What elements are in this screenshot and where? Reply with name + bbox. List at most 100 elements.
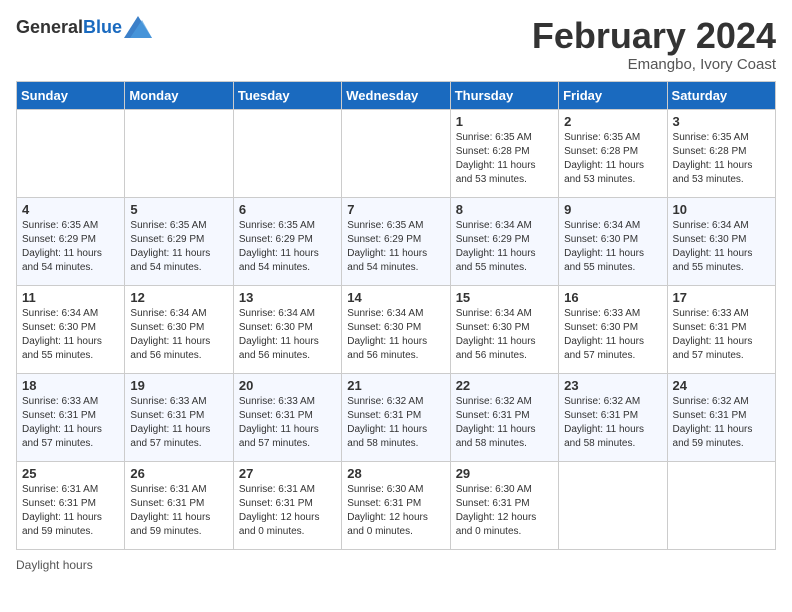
calendar-cell: 1 Sunrise: 6:35 AM Sunset: 6:28 PM Daylig…: [450, 109, 558, 197]
calendar-cell: 19 Sunrise: 6:33 AM Sunset: 6:31 PM Dayli…: [125, 373, 233, 461]
calendar-cell: 25 Sunrise: 6:31 AM Sunset: 6:31 PM Dayli…: [17, 461, 125, 549]
calendar-cell: 24 Sunrise: 6:32 AM Sunset: 6:31 PM Dayli…: [667, 373, 775, 461]
day-number: 25: [22, 466, 119, 481]
cell-info: Sunrise: 6:34 AM Sunset: 6:30 PM Dayligh…: [456, 307, 553, 363]
cell-info: Sunrise: 6:31 AM Sunset: 6:31 PM Dayligh…: [130, 483, 227, 539]
day-number: 18: [22, 378, 119, 393]
cell-info: Sunrise: 6:35 AM Sunset: 6:28 PM Dayligh…: [564, 131, 661, 187]
day-header-wednesday: Wednesday: [342, 81, 450, 109]
cell-info: Sunrise: 6:34 AM Sunset: 6:30 PM Dayligh…: [239, 307, 336, 363]
cell-info: Sunrise: 6:33 AM Sunset: 6:31 PM Dayligh…: [22, 395, 119, 451]
calendar-cell: 8 Sunrise: 6:34 AM Sunset: 6:29 PM Daylig…: [450, 197, 558, 285]
day-number: 29: [456, 466, 553, 481]
cell-info: Sunrise: 6:32 AM Sunset: 6:31 PM Dayligh…: [564, 395, 661, 451]
cell-info: Sunrise: 6:35 AM Sunset: 6:29 PM Dayligh…: [239, 219, 336, 275]
day-number: 24: [673, 378, 770, 393]
cell-info: Sunrise: 6:35 AM Sunset: 6:29 PM Dayligh…: [22, 219, 119, 275]
calendar-cell: 26 Sunrise: 6:31 AM Sunset: 6:31 PM Dayli…: [125, 461, 233, 549]
logo: GeneralBlue: [16, 16, 152, 38]
calendar-cell: 15Sunrise: 6:34 AM Sunset: 6:30 PM Dayli…: [450, 285, 558, 373]
logo-blue: Blue: [83, 17, 122, 37]
day-header-sunday: Sunday: [17, 81, 125, 109]
days-header-row: SundayMondayTuesdayWednesdayThursdayFrid…: [17, 81, 776, 109]
calendar-week-1: 1 Sunrise: 6:35 AM Sunset: 6:28 PM Daylig…: [17, 109, 776, 197]
cell-info: Sunrise: 6:32 AM Sunset: 6:31 PM Dayligh…: [456, 395, 553, 451]
cell-info: Sunrise: 6:33 AM Sunset: 6:31 PM Dayligh…: [239, 395, 336, 451]
calendar-cell: 11 Sunrise: 6:34 AM Sunset: 6:30 PM Dayli…: [17, 285, 125, 373]
day-number: 16: [564, 290, 661, 305]
cell-info: Sunrise: 6:34 AM Sunset: 6:30 PM Dayligh…: [564, 219, 661, 275]
calendar-cell: 13 Sunrise: 6:34 AM Sunset: 6:30 PM Dayli…: [233, 285, 341, 373]
day-number: 11: [22, 290, 119, 305]
day-number: 2: [564, 114, 661, 129]
calendar-cell: 5 Sunrise: 6:35 AM Sunset: 6:29 PM Daylig…: [125, 197, 233, 285]
day-header-monday: Monday: [125, 81, 233, 109]
logo-icon: [124, 16, 152, 38]
calendar-cell: [125, 109, 233, 197]
calendar-cell: 27Sunrise: 6:31 AM Sunset: 6:31 PM Dayli…: [233, 461, 341, 549]
calendar-cell: [667, 461, 775, 549]
calendar-cell: 3 Sunrise: 6:35 AM Sunset: 6:28 PM Daylig…: [667, 109, 775, 197]
cell-info: Sunrise: 6:34 AM Sunset: 6:30 PM Dayligh…: [130, 307, 227, 363]
day-number: 3: [673, 114, 770, 129]
day-header-tuesday: Tuesday: [233, 81, 341, 109]
day-number: 14: [347, 290, 444, 305]
day-number: 19: [130, 378, 227, 393]
calendar-cell: [559, 461, 667, 549]
day-header-thursday: Thursday: [450, 81, 558, 109]
cell-info: Sunrise: 6:33 AM Sunset: 6:31 PM Dayligh…: [130, 395, 227, 451]
calendar-cell: 10Sunrise: 6:34 AM Sunset: 6:30 PM Dayli…: [667, 197, 775, 285]
cell-info: Sunrise: 6:34 AM Sunset: 6:30 PM Dayligh…: [347, 307, 444, 363]
cell-info: Sunrise: 6:33 AM Sunset: 6:31 PM Dayligh…: [673, 307, 770, 363]
month-title: February 2024: [532, 16, 776, 56]
day-number: 17: [673, 290, 770, 305]
day-number: 20: [239, 378, 336, 393]
day-number: 12: [130, 290, 227, 305]
cell-info: Sunrise: 6:35 AM Sunset: 6:29 PM Dayligh…: [130, 219, 227, 275]
cell-info: Sunrise: 6:30 AM Sunset: 6:31 PM Dayligh…: [347, 483, 444, 539]
cell-info: Sunrise: 6:34 AM Sunset: 6:29 PM Dayligh…: [456, 219, 553, 275]
day-number: 8: [456, 202, 553, 217]
day-number: 10: [673, 202, 770, 217]
day-number: 5: [130, 202, 227, 217]
page-header: GeneralBlue February 2024 Emangbo, Ivory…: [16, 16, 776, 73]
day-number: 4: [22, 202, 119, 217]
day-header-friday: Friday: [559, 81, 667, 109]
calendar-cell: 17 Sunrise: 6:33 AM Sunset: 6:31 PM Dayli…: [667, 285, 775, 373]
footer-note: Daylight hours: [16, 558, 776, 572]
day-header-saturday: Saturday: [667, 81, 775, 109]
cell-info: Sunrise: 6:35 AM Sunset: 6:28 PM Dayligh…: [456, 131, 553, 187]
title-block: February 2024 Emangbo, Ivory Coast: [532, 16, 776, 73]
calendar-cell: 14 Sunrise: 6:34 AM Sunset: 6:30 PM Dayli…: [342, 285, 450, 373]
cell-info: Sunrise: 6:32 AM Sunset: 6:31 PM Dayligh…: [673, 395, 770, 451]
cell-info: Sunrise: 6:33 AM Sunset: 6:30 PM Dayligh…: [564, 307, 661, 363]
day-number: 28: [347, 466, 444, 481]
calendar-cell: 28 Sunrise: 6:30 AM Sunset: 6:31 PM Dayli…: [342, 461, 450, 549]
day-number: 6: [239, 202, 336, 217]
day-number: 1: [456, 114, 553, 129]
calendar-cell: 29 Sunrise: 6:30 AM Sunset: 6:31 PM Dayli…: [450, 461, 558, 549]
calendar-cell: 16 Sunrise: 6:33 AM Sunset: 6:30 PM Dayli…: [559, 285, 667, 373]
calendar-cell: 7Sunrise: 6:35 AM Sunset: 6:29 PM Daylig…: [342, 197, 450, 285]
day-number: 21: [347, 378, 444, 393]
calendar-week-3: 11 Sunrise: 6:34 AM Sunset: 6:30 PM Dayli…: [17, 285, 776, 373]
calendar-cell: 12 Sunrise: 6:34 AM Sunset: 6:30 PM Dayli…: [125, 285, 233, 373]
cell-info: Sunrise: 6:32 AM Sunset: 6:31 PM Dayligh…: [347, 395, 444, 451]
cell-info: Sunrise: 6:35 AM Sunset: 6:28 PM Dayligh…: [673, 131, 770, 187]
calendar-week-2: 4 Sunrise: 6:35 AM Sunset: 6:29 PM Daylig…: [17, 197, 776, 285]
calendar-cell: 2 Sunrise: 6:35 AM Sunset: 6:28 PM Daylig…: [559, 109, 667, 197]
cell-info: Sunrise: 6:31 AM Sunset: 6:31 PM Dayligh…: [22, 483, 119, 539]
calendar-cell: [233, 109, 341, 197]
day-number: 26: [130, 466, 227, 481]
cell-info: Sunrise: 6:30 AM Sunset: 6:31 PM Dayligh…: [456, 483, 553, 539]
location-subtitle: Emangbo, Ivory Coast: [532, 56, 776, 73]
day-number: 22: [456, 378, 553, 393]
calendar-cell: 22 Sunrise: 6:32 AM Sunset: 6:31 PM Dayli…: [450, 373, 558, 461]
day-number: 23: [564, 378, 661, 393]
calendar-week-4: 18 Sunrise: 6:33 AM Sunset: 6:31 PM Dayli…: [17, 373, 776, 461]
calendar-cell: 20 Sunrise: 6:33 AM Sunset: 6:31 PM Dayli…: [233, 373, 341, 461]
calendar-week-5: 25 Sunrise: 6:31 AM Sunset: 6:31 PM Dayli…: [17, 461, 776, 549]
day-number: 13: [239, 290, 336, 305]
cell-info: Sunrise: 6:34 AM Sunset: 6:30 PM Dayligh…: [22, 307, 119, 363]
calendar-cell: 21 Sunrise: 6:32 AM Sunset: 6:31 PM Dayli…: [342, 373, 450, 461]
